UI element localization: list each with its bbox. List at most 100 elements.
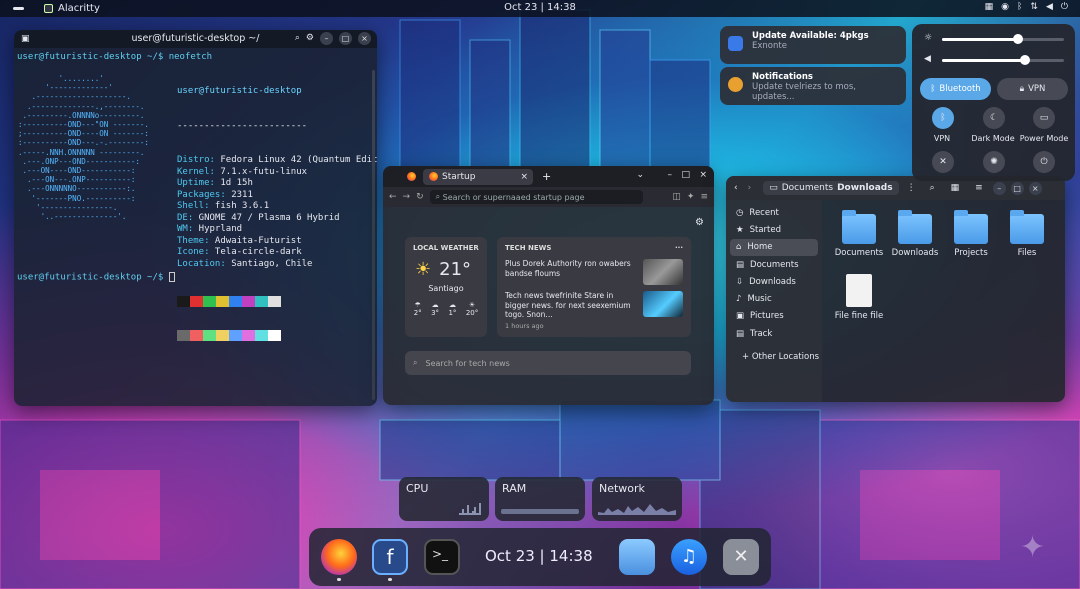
menu-dots-icon[interactable]: ⋮ <box>907 183 916 193</box>
pocket-icon[interactable]: ◫ <box>672 192 681 202</box>
minimize-button[interactable]: – <box>992 181 1006 195</box>
focused-app-menu[interactable]: Alacritty <box>44 3 100 14</box>
power-mode-button[interactable]: ▭ <box>1033 107 1055 129</box>
color-swatch <box>242 296 255 307</box>
scrollbar[interactable] <box>372 70 375 400</box>
browser-window[interactable]: Startup × + ⌄ – □ × ← → ↻ ⌕ Search or su… <box>383 166 714 405</box>
dark-mode-button[interactable]: ☾ <box>983 107 1005 129</box>
menu-icon[interactable]: ≡ <box>700 192 708 202</box>
tools-icon[interactable]: ✕ <box>723 539 759 575</box>
breadcrumb[interactable]: ▭ Documents Downloads <box>763 181 899 195</box>
terminal-titlebar[interactable]: ▣ user@futuristic-desktop ~/ ⌕ ⚙ – □ × <box>14 30 377 48</box>
notification-update[interactable]: Update Available: 4pkgs Exnonte <box>720 26 906 64</box>
file-item-documents[interactable]: Documents <box>830 210 888 258</box>
files-icon[interactable] <box>619 539 655 575</box>
power-icon[interactable]: ⏻ <box>1061 2 1068 12</box>
sidebar-item-other-locations[interactable]: + Other Locations <box>726 348 822 365</box>
sidebar-item-started[interactable]: ★ Started <box>726 221 822 238</box>
network-icon[interactable]: ⇅ <box>1030 2 1038 12</box>
cursor <box>168 272 175 282</box>
forward-icon[interactable]: › <box>748 183 752 193</box>
file-item-downloads[interactable]: Downloads <box>886 210 944 258</box>
top-clock[interactable]: Oct 23 | 14:38 <box>0 2 1080 13</box>
firefox-icon[interactable] <box>407 172 416 181</box>
news-item[interactable]: Tech news twefrinite Stare in bigger new… <box>497 285 691 320</box>
night-light-button[interactable]: ✺ <box>983 151 1005 173</box>
volume-slider[interactable] <box>942 55 1064 65</box>
news-search-input[interactable]: ⌕ Search for tech news <box>405 351 691 375</box>
file-item-files[interactable]: Files <box>998 210 1056 258</box>
search-icon[interactable]: ⌕ <box>930 183 935 193</box>
back-icon[interactable]: ← <box>389 192 397 202</box>
breadcrumb-parent[interactable]: Documents <box>782 183 833 193</box>
notification-general[interactable]: Notifications Update tvelriezs to mos, u… <box>720 67 906 105</box>
activities-button[interactable] <box>13 7 24 10</box>
minimize-button[interactable]: – <box>320 32 333 45</box>
view-grid-icon[interactable]: ▦ <box>951 183 960 193</box>
grid-icon[interactable]: ▦ <box>985 2 994 12</box>
record-icon[interactable]: ◉ <box>1001 2 1009 12</box>
reload-icon[interactable]: ↻ <box>416 192 424 202</box>
sidebar-item-music[interactable]: ♪ Music <box>726 290 822 307</box>
new-tab-button[interactable]: + <box>542 170 551 183</box>
volume-icon[interactable]: ◀ <box>1046 2 1053 12</box>
sparkle-icon: ✦ <box>1020 530 1046 565</box>
sidebar-item-recent[interactable]: ◷ Recent <box>726 204 822 221</box>
close-tab-icon[interactable]: × <box>520 172 528 182</box>
sidebar-item-home[interactable]: ⌂ Home <box>730 238 818 256</box>
back-icon[interactable]: ‹ <box>734 183 738 193</box>
menu-icon[interactable]: ≡ <box>975 183 983 193</box>
info-value: 2311 <box>225 189 253 200</box>
tab-startup[interactable]: Startup × <box>423 168 533 185</box>
close-button[interactable]: × <box>699 170 707 180</box>
sidebar-item-downloads[interactable]: ⇩ Downloads <box>726 273 822 290</box>
terminal-output[interactable]: user@futuristic-desktop ~/$ neofetch '..… <box>14 48 377 406</box>
system-tray[interactable]: ▦ ◉ ᛒ ⇅ ◀ ⏻ <box>985 2 1068 12</box>
url-bar[interactable]: ⌕ Search or supernaaed startup page <box>429 190 643 204</box>
sidebar-item-pictures[interactable]: ▣ Pictures <box>726 308 822 325</box>
fedora-icon[interactable]: f <box>372 539 408 575</box>
news-card[interactable]: TECH NEWS ··· Plus Dorek Authority ron o… <box>497 237 691 337</box>
settings-icon[interactable]: ⚙ <box>306 32 314 45</box>
bluetooth-toggle[interactable]: ᛒ Bluetooth <box>920 78 991 100</box>
sidebar-item-track[interactable]: ▤ Track <box>726 325 822 342</box>
network-widget[interactable]: Network <box>592 477 682 521</box>
chevron-down-icon[interactable]: ⌄ <box>636 170 644 180</box>
news-item[interactable]: Plus Dorek Authority ron owabers bandse … <box>497 259 691 285</box>
forecast-temp: 3° <box>431 309 440 317</box>
forecast-day: ☀ 20° <box>466 301 478 317</box>
terminal-icon[interactable]: >_ <box>424 539 460 575</box>
maximize-button[interactable]: □ <box>1010 181 1024 195</box>
forward-icon[interactable]: → <box>403 192 411 202</box>
prompt-text: user@futuristic-desktop ~/$ <box>17 272 164 283</box>
cpu-widget[interactable]: CPU <box>399 477 489 521</box>
weather-card[interactable]: LOCAL WEATHER ☀ 21° Santiago ☂ 2° ☁ 3° ☁ 1° ☀ 2… <box>405 237 487 337</box>
file-manager-window[interactable]: ‹ › ▭ Documents Downloads ⋮ ⌕ ▦ ≡ – □ × … <box>726 176 1065 402</box>
ram-widget[interactable]: RAM <box>495 477 585 521</box>
mic-mute-button[interactable]: ✕ <box>932 151 954 173</box>
file-item-projects[interactable]: Projects <box>942 210 1000 258</box>
brightness-slider[interactable] <box>942 34 1064 44</box>
power-button[interactable]: ⏻ <box>1033 151 1055 173</box>
maximize-button[interactable]: □ <box>681 170 690 180</box>
sidebar-icon: ♪ <box>736 294 742 305</box>
close-button[interactable]: × <box>1028 181 1042 195</box>
brightness-icon: ☼ <box>924 33 933 43</box>
maximize-button[interactable]: □ <box>339 32 352 45</box>
firefox-icon[interactable] <box>321 539 357 575</box>
search-icon[interactable]: ⌕ <box>295 32 300 45</box>
sun-icon: ✺ <box>990 157 998 167</box>
more-icon[interactable]: ··· <box>675 244 683 252</box>
bluetooth-icon[interactable]: ᛒ <box>1017 2 1022 12</box>
extensions-icon[interactable]: ✦ <box>687 192 695 202</box>
terminal-window[interactable]: ▣ user@futuristic-desktop ~/ ⌕ ⚙ – □ × u… <box>14 30 377 406</box>
close-button[interactable]: × <box>358 32 371 45</box>
sidebar-item-documents[interactable]: ▤ Documents <box>726 256 822 273</box>
vpn-button[interactable]: ᛒ <box>932 107 954 129</box>
minimize-button[interactable]: – <box>668 170 673 180</box>
file-item-document[interactable]: File fine file <box>830 274 888 321</box>
breadcrumb-current[interactable]: Downloads <box>837 183 893 193</box>
music-icon[interactable]: ♫ <box>671 539 707 575</box>
vpn-toggle[interactable]: 🔒︎ VPN <box>997 78 1068 100</box>
settings-icon[interactable]: ⚙ <box>695 217 704 228</box>
